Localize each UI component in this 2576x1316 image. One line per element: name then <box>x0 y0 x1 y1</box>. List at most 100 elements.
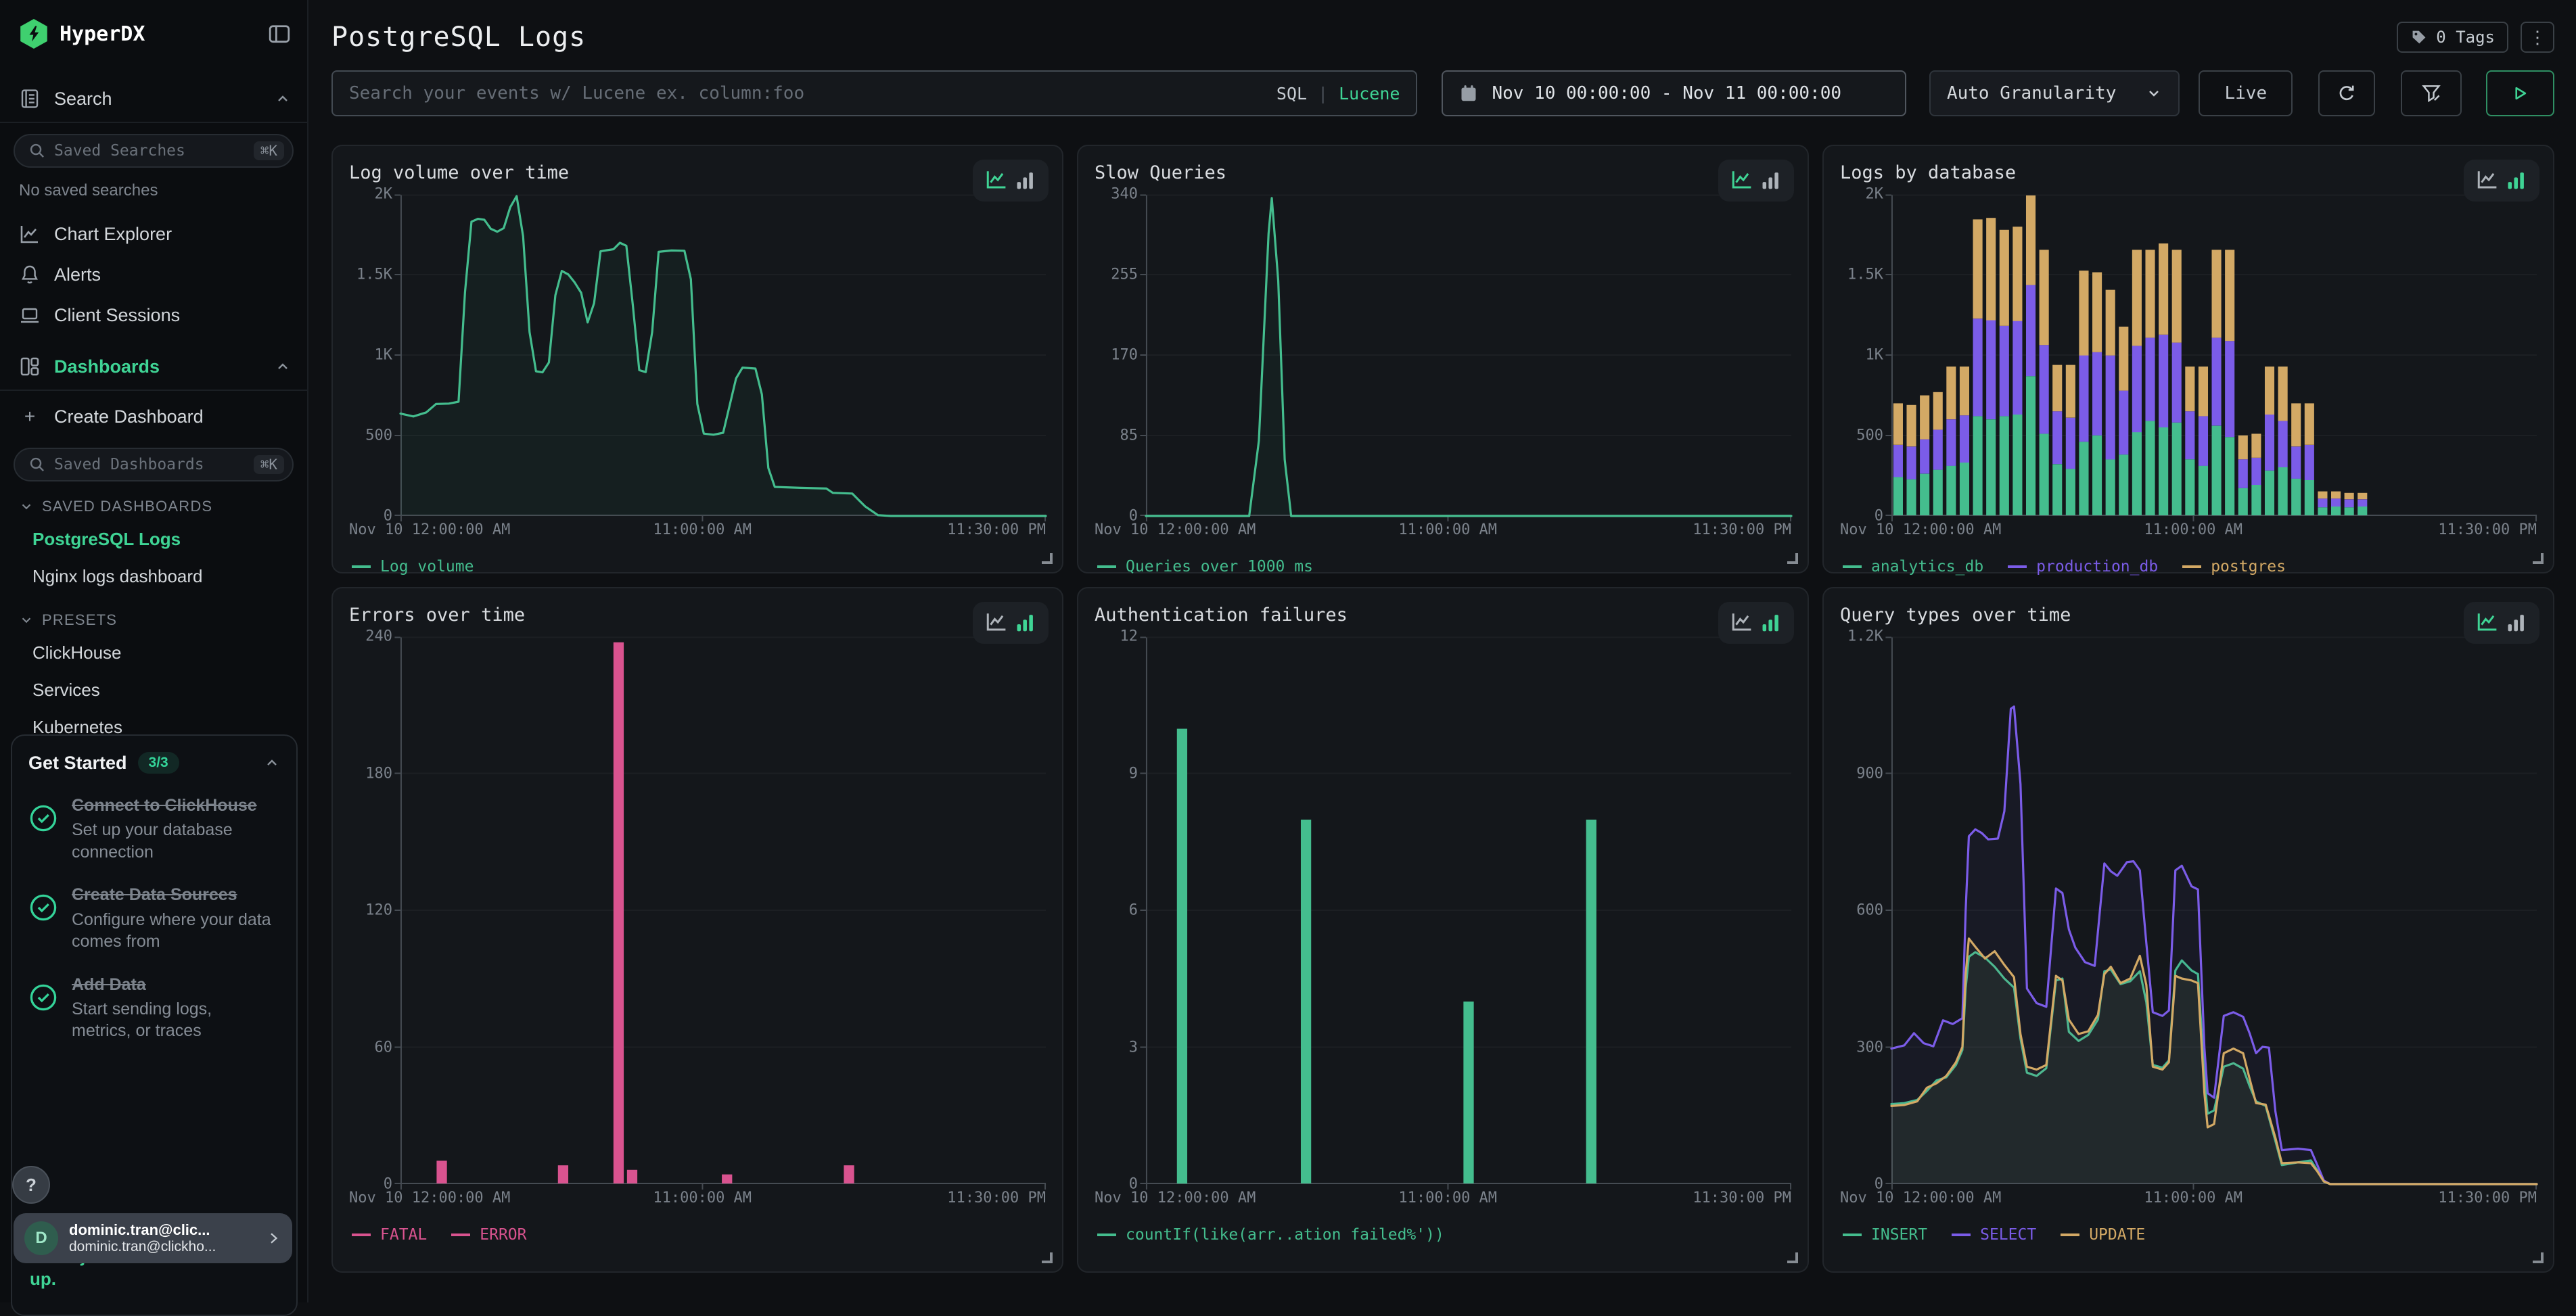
chart-type-toggle <box>2464 602 2539 644</box>
bar-chart-toggle-icon[interactable] <box>1759 611 1782 634</box>
sidebar-item-search[interactable]: Search <box>0 78 307 119</box>
line-chart-toggle-icon[interactable] <box>1730 169 1753 192</box>
chart-canvas <box>1146 194 1791 516</box>
chevron-right-icon <box>265 1230 281 1246</box>
granularity-select[interactable]: Auto Granularity <box>1929 70 2180 116</box>
resize-handle[interactable] <box>2533 553 2544 564</box>
resize-handle[interactable] <box>1787 1252 1798 1263</box>
y-axis-label: 240 <box>365 628 392 645</box>
check-circle-icon <box>28 885 58 952</box>
y-axis-label: 1K <box>1866 347 1884 364</box>
sidebar-preset-clickhouse[interactable]: ClickHouse <box>0 634 307 672</box>
sidebar: HyperDX Search Saved Searches ⌘K No save… <box>0 0 308 1302</box>
legend-label: INSERT <box>1871 1226 1927 1244</box>
tag-icon <box>2410 28 2428 46</box>
y-axis-label: 12 <box>1120 628 1138 645</box>
hyperdx-logo-icon <box>19 19 49 49</box>
legend-label: FATAL <box>380 1226 427 1244</box>
x-axis-label: Nov 10 12:00:00 AM <box>1095 1190 1256 1206</box>
chart-legend: FATALERROR <box>349 1226 1046 1244</box>
divider <box>0 122 307 123</box>
chevron-up-icon <box>275 91 291 107</box>
x-axis-label: 11:00:00 AM <box>1398 521 1497 538</box>
saved-searches-input[interactable]: Saved Searches ⌘K <box>14 134 294 168</box>
check-circle-icon <box>28 795 58 863</box>
chart-type-toggle <box>973 160 1049 202</box>
y-axis-label: 500 <box>365 427 392 444</box>
sidebar-item-alerts[interactable]: Alerts <box>0 254 307 295</box>
user-account-chip[interactable]: D dominic.tran@clic... dominic.tran@clic… <box>14 1213 292 1263</box>
presets-group-header[interactable]: PRESETS <box>0 595 307 634</box>
bar-chart-toggle-icon[interactable] <box>1759 169 1782 192</box>
brand-name: HyperDX <box>60 22 257 46</box>
lucene-mode-toggle[interactable]: Lucene <box>1339 84 1400 103</box>
x-axis-label: 11:30:00 PM <box>1693 1190 1791 1206</box>
x-axis-label: 11:30:00 PM <box>1693 521 1791 538</box>
get-started-item-connect-clickhouse[interactable]: Connect to ClickHouse Set up your databa… <box>28 795 280 863</box>
resize-handle[interactable] <box>1042 1252 1053 1263</box>
bar-chart-toggle-icon[interactable] <box>2504 169 2527 192</box>
get-started-item-add-data[interactable]: Add Data Start sending logs, metrics, or… <box>28 974 280 1042</box>
bar-chart-toggle-icon[interactable] <box>1013 169 1036 192</box>
chevron-up-icon <box>275 358 291 375</box>
bar-chart-toggle-icon[interactable] <box>2504 611 2527 634</box>
y-axis-label: 9 <box>1129 765 1138 782</box>
refresh-button[interactable] <box>2318 70 2375 116</box>
legend-label: production_db <box>2036 558 2158 575</box>
x-axis-labels: Nov 10 12:00:00 AM11:00:00 AM11:30:00 PM <box>1840 521 2537 542</box>
chart-panel-log-volume: Log volume over time2K1.5K1K5000Nov 10 1… <box>331 145 1063 573</box>
sidebar-item-label: Search <box>54 89 261 110</box>
more-options-button[interactable]: ⋮ <box>2521 22 2554 53</box>
y-axis-label: 180 <box>365 765 392 782</box>
chevron-down-icon <box>2146 85 2162 101</box>
legend-item: Queries over 1000 ms <box>1097 558 1313 575</box>
sidebar-item-chart-explorer[interactable]: Chart Explorer <box>0 214 307 254</box>
resize-handle[interactable] <box>1042 553 1053 564</box>
task-description: Configure where your data comes from <box>72 909 275 953</box>
legend-item: countIf(like(arr..ation failed%')) <box>1097 1226 1444 1244</box>
resize-handle[interactable] <box>1787 553 1798 564</box>
line-chart-toggle-icon[interactable] <box>985 169 1008 192</box>
sql-mode-toggle[interactable]: SQL <box>1276 84 1307 103</box>
live-button[interactable]: Live <box>2199 70 2293 116</box>
chart-legend: countIf(like(arr..ation failed%')) <box>1095 1226 1791 1244</box>
sidebar-item-dashboards[interactable]: Dashboards <box>0 346 307 387</box>
line-chart-toggle-icon[interactable] <box>2476 611 2499 634</box>
chart-panel-slow-queries: Slow Queries340255170850Nov 10 12:00:00 … <box>1077 145 1809 573</box>
sidebar-dashboard-nginx-logs[interactable]: Nginx logs dashboard <box>0 558 307 595</box>
legend-swatch <box>1843 1233 1862 1236</box>
magnifier-icon <box>28 456 46 473</box>
bar-chart-toggle-icon[interactable] <box>1013 611 1036 634</box>
y-axis-label: 2K <box>1866 186 1884 203</box>
user-email: dominic.tran@clickho... <box>69 1239 254 1255</box>
sidebar-preset-services[interactable]: Services <box>0 672 307 709</box>
x-axis-labels: Nov 10 12:00:00 AM11:00:00 AM11:30:00 PM <box>1840 1190 2537 1210</box>
sidebar-collapse-icon[interactable] <box>268 22 291 45</box>
get-started-item-create-data-sources[interactable]: Create Data Sources Configure where your… <box>28 885 280 952</box>
y-axis-label: 60 <box>375 1039 393 1056</box>
line-chart-toggle-icon[interactable] <box>985 611 1008 634</box>
sidebar-item-client-sessions[interactable]: Client Sessions <box>0 295 307 335</box>
get-started-title: Get Started <box>28 753 127 774</box>
event-search-input[interactable]: Search your events w/ Lucene ex. column:… <box>331 70 1417 116</box>
date-range-picker[interactable]: Nov 10 00:00:00 - Nov 11 00:00:00 <box>1442 70 1906 116</box>
legend-label: Queries over 1000 ms <box>1126 558 1313 575</box>
x-axis-label: 11:30:00 PM <box>2438 1190 2537 1206</box>
bell-icon <box>19 264 41 285</box>
chart-legend: Queries over 1000 ms <box>1095 558 1791 575</box>
legend-item: postgres <box>2182 558 2286 575</box>
dashboards-grid-icon <box>19 356 41 377</box>
tags-button[interactable]: 0 Tags <box>2397 22 2508 53</box>
saved-dashboards-input[interactable]: Saved Dashboards ⌘K <box>14 448 294 481</box>
saved-dashboards-group-header[interactable]: SAVED DASHBOARDS <box>0 481 307 521</box>
user-name: dominic.tran@clic... <box>69 1221 254 1239</box>
resize-handle[interactable] <box>2533 1252 2544 1263</box>
line-chart-toggle-icon[interactable] <box>1730 611 1753 634</box>
play-button[interactable] <box>2486 70 2554 116</box>
line-chart-toggle-icon[interactable] <box>2476 169 2499 192</box>
help-button[interactable]: ? <box>12 1166 50 1204</box>
sidebar-dashboard-postgresql-logs[interactable]: PostgreSQL Logs <box>0 521 307 558</box>
x-axis-label: 11:30:00 PM <box>947 521 1046 538</box>
filter-button[interactable] <box>2401 70 2462 116</box>
create-dashboard-button[interactable]: + Create Dashboard <box>0 396 307 437</box>
